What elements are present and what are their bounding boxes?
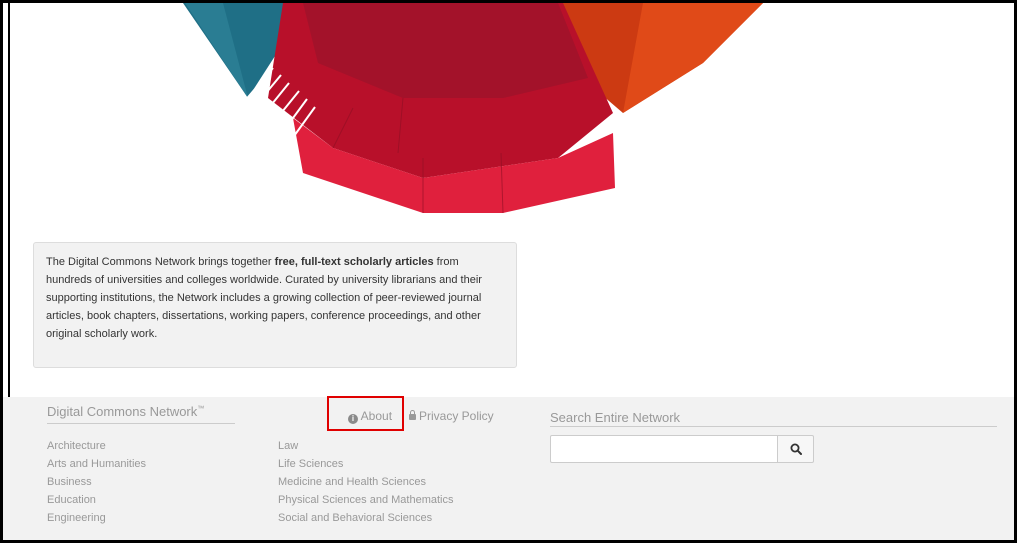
search-input[interactable]: [550, 435, 778, 463]
description-text-continued: from hundreds of universities and colleg…: [46, 256, 482, 340]
sunburst-visualization[interactable]: [3, 3, 1014, 243]
footer: Digital Commons Network™ i About Privacy…: [3, 397, 1014, 540]
privacy-label: Privacy Policy: [419, 409, 494, 423]
discipline-link[interactable]: Engineering: [47, 509, 146, 527]
discipline-link[interactable]: Law: [278, 437, 453, 455]
discipline-link[interactable]: Physical Sciences and Mathematics: [278, 491, 453, 509]
discipline-link[interactable]: Medicine and Health Sciences: [278, 473, 453, 491]
discipline-link[interactable]: Education: [47, 491, 146, 509]
brand-name: Digital Commons Network: [47, 404, 198, 419]
search-heading: Search Entire Network: [550, 410, 997, 427]
trademark-symbol: ™: [197, 405, 205, 413]
discipline-list-1: Architecture Arts and Humanities Busines…: [47, 437, 146, 527]
discipline-link[interactable]: Social and Behavioral Sciences: [278, 509, 453, 527]
lock-icon: [409, 410, 416, 420]
discipline-link[interactable]: Arts and Humanities: [47, 455, 146, 473]
search-button[interactable]: [777, 435, 814, 463]
description-text: The Digital Commons Network brings toget…: [46, 256, 275, 268]
footer-brand[interactable]: Digital Commons Network™: [47, 404, 235, 424]
discipline-list-2: Law Life Sciences Medicine and Health Sc…: [278, 437, 453, 527]
privacy-policy-link[interactable]: Privacy Policy: [409, 409, 494, 423]
discipline-link[interactable]: Architecture: [47, 437, 146, 455]
highlight-annotation: [327, 396, 404, 431]
page-frame: The Digital Commons Network brings toget…: [0, 0, 1017, 543]
discipline-link[interactable]: Life Sciences: [278, 455, 453, 473]
description-emphasis: free, full-text scholarly articles: [274, 256, 434, 268]
search-icon: [790, 443, 802, 455]
network-description: The Digital Commons Network brings toget…: [33, 242, 517, 368]
discipline-link[interactable]: Business: [47, 473, 146, 491]
